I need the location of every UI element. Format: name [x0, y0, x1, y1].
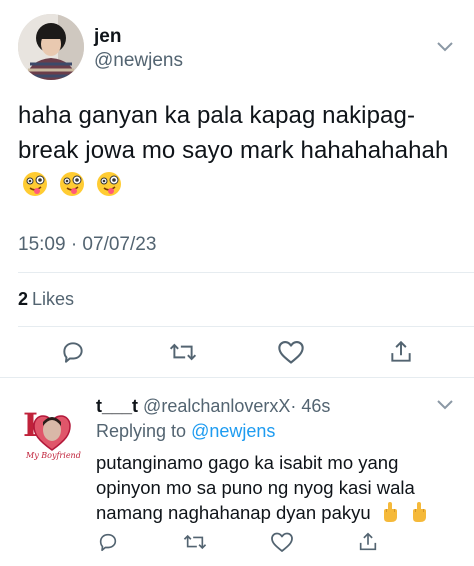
replying-to-link[interactable]: @newjens — [191, 421, 275, 441]
main-tweet: jen @newjens haha ganyan ka pala kapag n… — [0, 0, 474, 378]
reply-icon[interactable] — [94, 528, 122, 556]
retweet-icon[interactable] — [181, 528, 209, 556]
divider — [18, 326, 474, 327]
replying-to: Replying to @newjens — [96, 421, 275, 442]
divider — [18, 272, 474, 273]
likes-label: Likes — [32, 289, 75, 309]
avatar[interactable] — [18, 14, 84, 80]
tweet-timestamp[interactable]: 15:09 · 07/07/23 — [18, 234, 156, 256]
divider — [0, 377, 474, 378]
reply-actions — [0, 528, 474, 558]
reply-icon[interactable] — [59, 338, 87, 366]
replying-prefix: Replying to — [96, 421, 187, 441]
avatar[interactable]: I My Boyfriend — [22, 402, 82, 462]
chevron-down-icon[interactable] — [436, 398, 454, 410]
middle-finger-emoji — [380, 501, 400, 529]
zany-face-emoji — [96, 171, 122, 207]
username-handle[interactable]: @newjens — [94, 50, 183, 72]
username-handle[interactable]: @realchanloverxX — [143, 396, 290, 416]
tweet-text: haha ganyan ka pala kapag nakipag-break … — [18, 98, 458, 207]
reply-text-content: putanginamo gago ka isabit mo yang opiny… — [96, 452, 415, 523]
display-name[interactable]: t___t — [96, 396, 138, 416]
zany-face-emoji — [22, 171, 48, 207]
zany-face-emoji — [59, 171, 85, 207]
share-icon[interactable] — [387, 338, 415, 366]
reply-age[interactable]: · 46s — [290, 396, 330, 416]
like-icon[interactable] — [277, 338, 305, 366]
like-icon[interactable] — [268, 528, 296, 556]
chevron-down-icon[interactable] — [436, 40, 454, 52]
tweet-actions — [0, 338, 474, 368]
reply-text: putanginamo gago ka isabit mo yang opiny… — [96, 450, 456, 529]
likes-number: 2 — [18, 289, 29, 309]
svg-text:My Boyfriend: My Boyfriend — [25, 451, 81, 460]
middle-finger-emoji — [409, 501, 429, 529]
reply-tweet: I My Boyfriend t___t @realchanloverxX· 4… — [0, 380, 474, 566]
display-name[interactable]: jen — [94, 26, 121, 48]
share-icon[interactable] — [354, 528, 382, 556]
retweet-icon[interactable] — [169, 338, 197, 366]
reply-header: t___t @realchanloverxX· 46s — [96, 396, 330, 417]
tweet-text-content: haha ganyan ka pala kapag nakipag-break … — [18, 102, 449, 164]
likes-count[interactable]: 2 Likes — [18, 289, 74, 310]
